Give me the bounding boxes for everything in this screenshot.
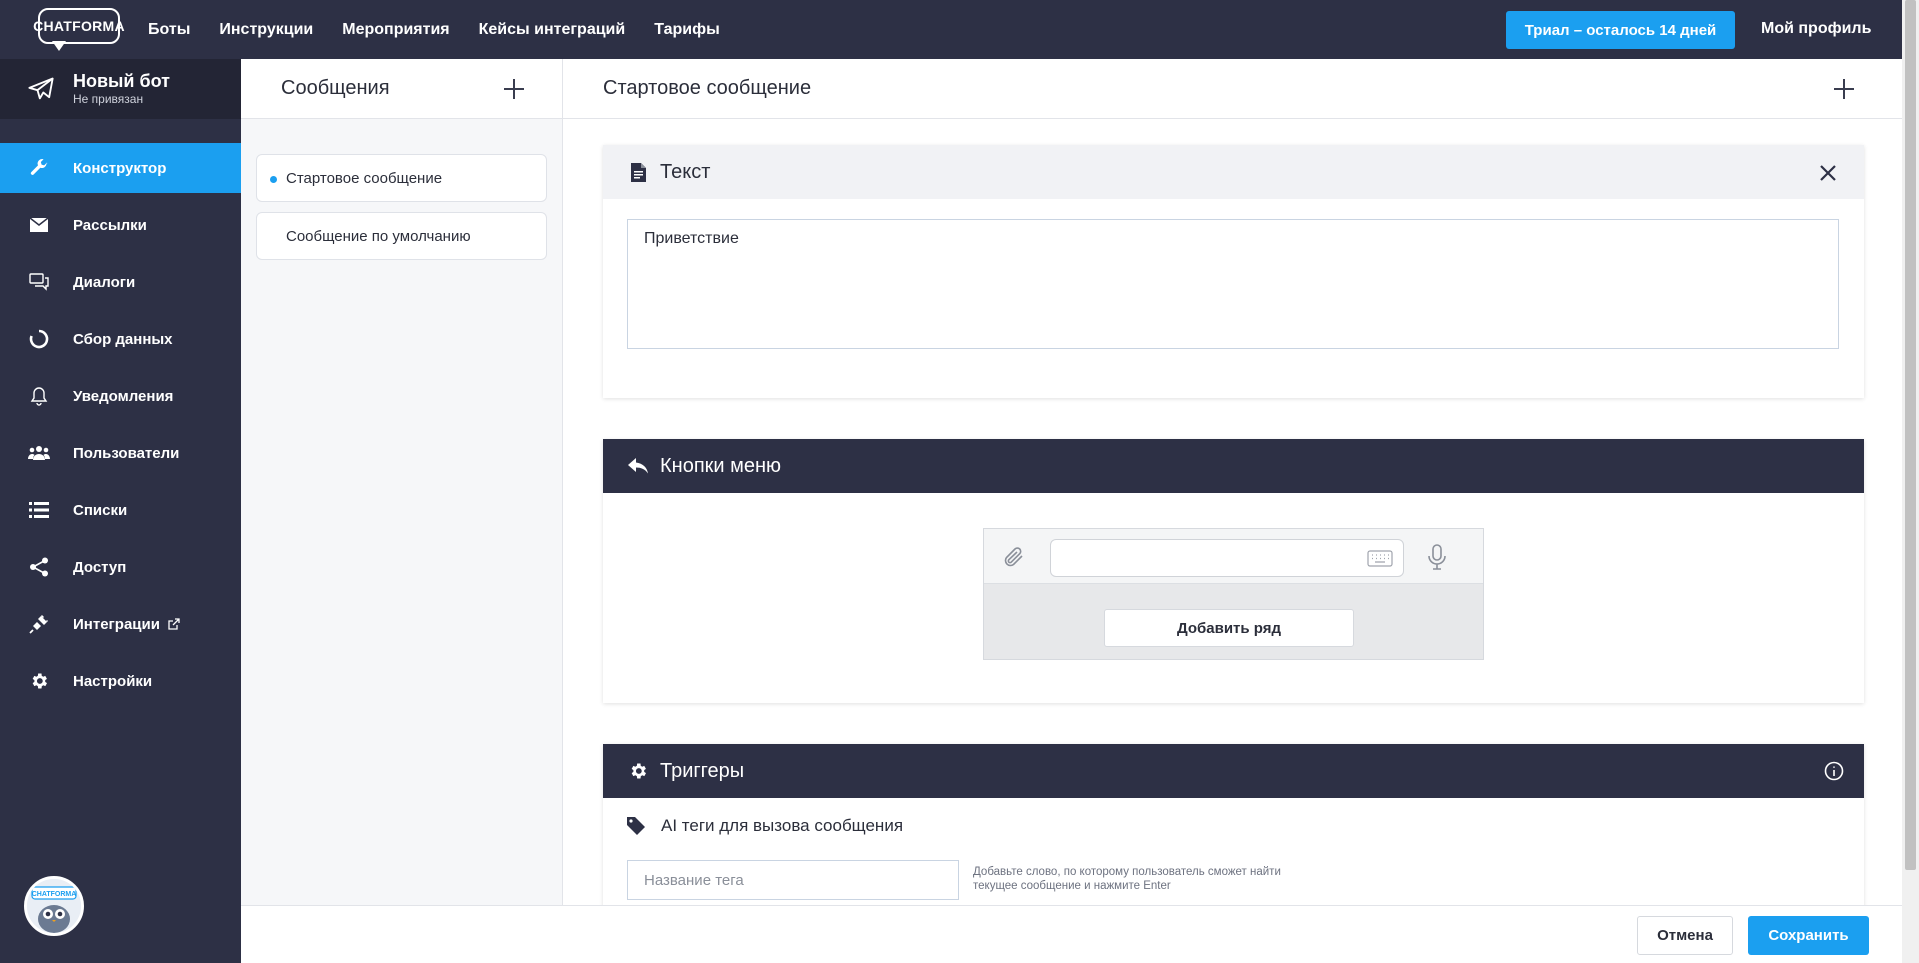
keyboard-preview: Добавить ряд — [983, 528, 1484, 660]
reply-icon — [628, 456, 648, 476]
sidebar-item-mailings[interactable]: Рассылки — [0, 200, 241, 250]
sidebar-item-label: Пользователи — [73, 444, 180, 462]
circle-progress-icon — [28, 328, 50, 350]
sidebar-item-users[interactable]: Пользователи — [0, 428, 241, 478]
sidebar-item-label: Списки — [73, 501, 128, 519]
telegram-icon — [28, 77, 54, 100]
microphone-icon — [1428, 544, 1446, 570]
bot-header[interactable]: Новый бот Не привязан — [0, 59, 241, 119]
chat-input-field — [1050, 539, 1404, 577]
users-icon — [28, 442, 50, 464]
document-icon — [628, 162, 648, 182]
sidebar-item-label: Диалоги — [73, 273, 136, 291]
sidebar-item-constructor[interactable]: Конструктор — [0, 143, 241, 193]
editor-title: Стартовое сообщение — [603, 77, 812, 99]
messages-title: Сообщения — [281, 77, 390, 99]
my-profile-link[interactable]: Мой профиль — [1761, 20, 1871, 38]
main-editor: Стартовое сообщение Текст Приветствие Кн… — [563, 59, 1902, 914]
tag-hint-text: Добавьте слово, по которому пользователь… — [973, 866, 1281, 892]
share-icon — [28, 556, 50, 578]
nav-events[interactable]: Мероприятия — [342, 21, 449, 39]
triggers-card: Триггеры AI теги для вызова сообщения До… — [603, 744, 1864, 914]
nav-integration-cases[interactable]: Кейсы интеграций — [479, 21, 626, 39]
sidebar-item-access[interactable]: Доступ — [0, 542, 241, 592]
paperclip-icon — [1004, 547, 1023, 567]
sidebar-item-label: Настройки — [73, 672, 153, 690]
nav-instructions[interactable]: Инструкции — [219, 21, 313, 39]
sidebar-item-integrations[interactable]: Интеграции — [0, 599, 241, 649]
chat-icon — [28, 271, 50, 293]
trial-button[interactable]: Триал – осталось 14 дней — [1506, 11, 1735, 49]
nav-pricing[interactable]: Тарифы — [654, 21, 720, 39]
close-icon[interactable] — [1818, 163, 1838, 183]
top-navigation-bar: CHATFORMA Боты Инструкции Мероприятия Ке… — [0, 0, 1902, 59]
info-icon[interactable] — [1824, 761, 1844, 781]
tag-name-input[interactable] — [627, 860, 959, 900]
triggers-title: Триггеры — [660, 759, 745, 782]
menu-buttons-title: Кнопки меню — [660, 454, 782, 477]
sidebar-item-dialogs[interactable]: Диалоги — [0, 257, 241, 307]
save-button[interactable]: Сохранить — [1748, 916, 1869, 955]
bottom-action-bar: Отмена Сохранить — [241, 905, 1902, 963]
wrench-icon — [28, 157, 50, 179]
assistant-avatar[interactable]: CHATFORMA — [24, 876, 84, 936]
page-scrollbar[interactable] — [1902, 0, 1919, 963]
chatforma-logo[interactable]: CHATFORMA — [33, 8, 125, 54]
sidebar: Новый бот Не привязан Конструктор Рассыл… — [0, 59, 241, 963]
triggers-header: Триггеры — [603, 744, 1864, 798]
chat-input-bar — [984, 529, 1483, 584]
text-card-title: Текст — [660, 160, 711, 183]
menu-buttons-header: Кнопки меню — [603, 439, 1864, 493]
sidebar-item-notifications[interactable]: Уведомления — [0, 371, 241, 421]
text-card: Текст Приветствие — [603, 145, 1864, 398]
cancel-button[interactable]: Отмена — [1637, 916, 1733, 955]
message-item-label: Сообщение по умолчанию — [286, 227, 471, 245]
sidebar-item-label: Интеграции — [73, 615, 160, 633]
nav-bots[interactable]: Боты — [148, 21, 190, 39]
add-message-icon[interactable] — [504, 78, 524, 99]
scrollbar-thumb[interactable] — [1905, 0, 1916, 870]
messages-column: Сообщения Стартовое сообщение Сообщение … — [241, 59, 563, 905]
tag-icon — [627, 817, 645, 835]
add-block-icon[interactable] — [1834, 78, 1854, 99]
active-dot-icon — [270, 176, 277, 183]
bell-icon — [28, 385, 50, 407]
menu-buttons-card: Кнопки меню Добавить ряд — [603, 439, 1864, 703]
sidebar-menu: Конструктор Рассылки Диалоги Сбор данных… — [0, 143, 241, 706]
envelope-icon — [28, 214, 50, 236]
plug-icon — [28, 613, 50, 635]
sidebar-item-lists[interactable]: Списки — [0, 485, 241, 535]
ai-tags-label-text: AI теги для вызова сообщения — [661, 816, 904, 835]
sidebar-item-label: Уведомления — [73, 387, 174, 405]
ai-tags-label: AI теги для вызова сообщения — [627, 816, 903, 836]
main-nav: Боты Инструкции Мероприятия Кейсы интегр… — [148, 0, 749, 59]
logo-text: CHATFORMA — [33, 8, 125, 44]
list-icon — [28, 499, 50, 521]
sidebar-item-data-collection[interactable]: Сбор данных — [0, 314, 241, 364]
message-item-label: Стартовое сообщение — [286, 169, 443, 187]
sidebar-item-label: Доступ — [73, 558, 127, 576]
sidebar-item-label: Конструктор — [73, 159, 167, 177]
sidebar-item-settings[interactable]: Настройки — [0, 656, 241, 706]
bot-name: Новый бот — [73, 71, 170, 91]
message-item-start[interactable]: Стартовое сообщение — [256, 154, 547, 202]
messages-header: Сообщения — [241, 59, 562, 119]
avatar-logo-text: CHATFORMA — [32, 891, 77, 898]
sidebar-item-label: Сбор данных — [73, 330, 173, 348]
sidebar-item-label: Рассылки — [73, 216, 147, 234]
gear-icon — [28, 670, 50, 692]
editor-header: Стартовое сообщение — [563, 59, 1902, 119]
bot-status: Не привязан — [73, 92, 144, 106]
keyboard-icon — [1367, 550, 1393, 567]
message-text-input[interactable]: Приветствие — [627, 219, 1839, 349]
external-link-icon — [168, 618, 180, 630]
text-card-header: Текст — [603, 145, 1864, 199]
message-item-default[interactable]: Сообщение по умолчанию — [256, 212, 547, 260]
gear-icon — [628, 761, 648, 781]
add-row-button[interactable]: Добавить ряд — [1104, 609, 1354, 647]
